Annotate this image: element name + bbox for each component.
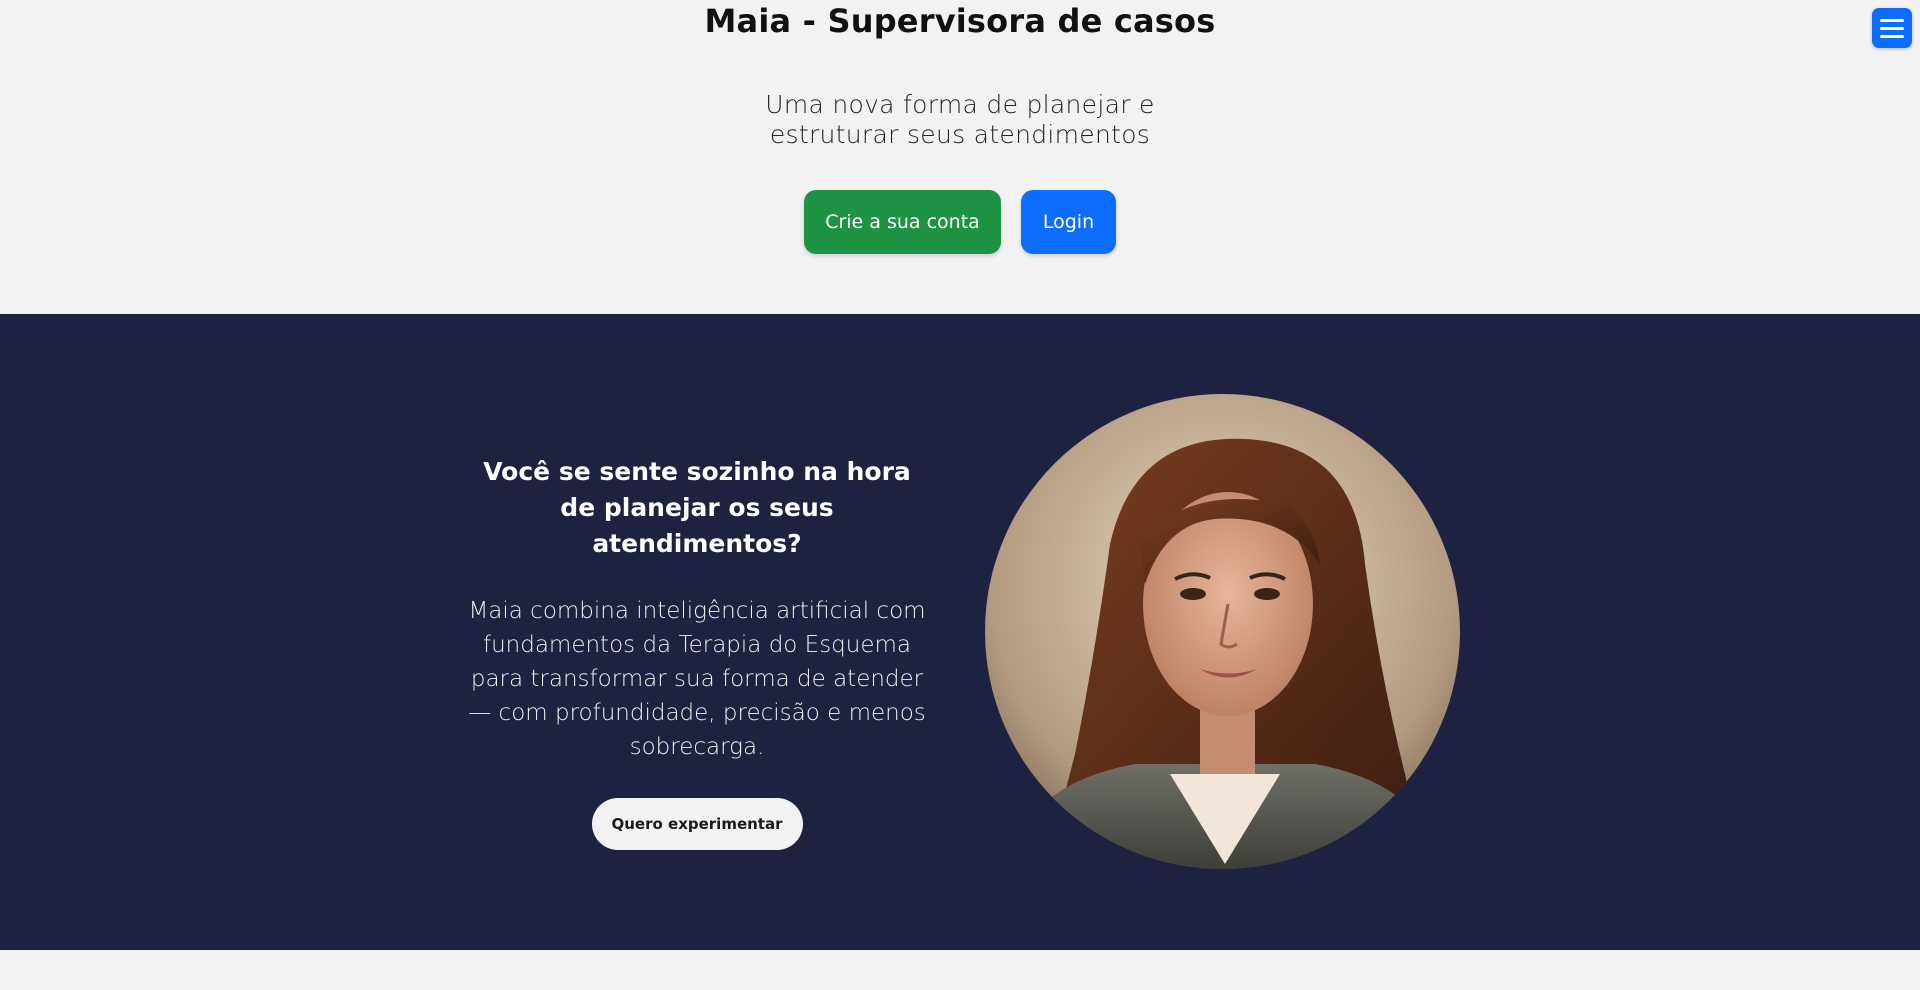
menu-bar-line xyxy=(1880,34,1904,38)
hero-buttons: Crie a sua conta Login xyxy=(0,190,1920,254)
portrait-illustration xyxy=(985,394,1460,869)
create-account-button[interactable]: Crie a sua conta xyxy=(804,190,1001,254)
login-button[interactable]: Login xyxy=(1021,190,1116,254)
menu-bar-line xyxy=(1880,18,1904,22)
feature-description: Maia combina inteligência artificial com… xyxy=(468,598,926,760)
portrait-image xyxy=(985,394,1460,869)
hero-section: Maia - Supervisora de casos Uma nova for… xyxy=(0,0,1920,314)
next-section-start xyxy=(0,950,1920,990)
feature-heading: Você se sente sozinho na hora de planeja… xyxy=(483,457,911,558)
hero-subtitle: Uma nova forma de planejar e estruturar … xyxy=(765,90,1155,149)
try-it-button[interactable]: Quero experimentar xyxy=(591,798,803,850)
page-title: Maia - Supervisora de casos xyxy=(704,2,1216,40)
hamburger-menu-icon[interactable] xyxy=(1872,8,1912,48)
menu-bar-line xyxy=(1880,26,1904,30)
feature-text-block: Você se sente sozinho na hora de planeja… xyxy=(467,454,927,850)
feature-section: Você se sente sozinho na hora de planeja… xyxy=(0,314,1920,950)
